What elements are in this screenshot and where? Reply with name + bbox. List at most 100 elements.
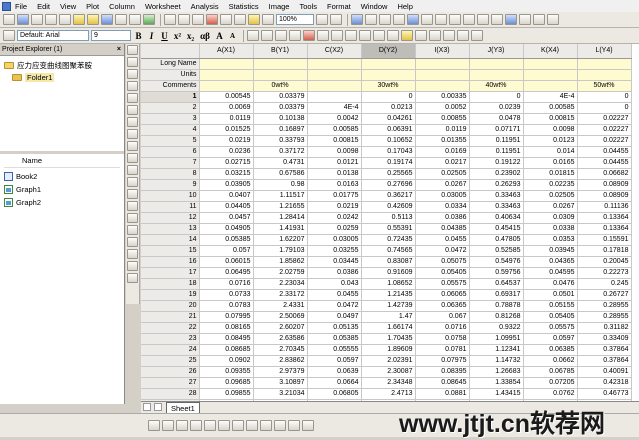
tree-sub-folder[interactable]: Folder1 <box>4 71 120 83</box>
data-cell[interactable]: 0.0662 <box>523 355 578 367</box>
col-header[interactable]: A(X1) <box>199 44 254 59</box>
data-cell[interactable]: 0.05575 <box>523 322 578 334</box>
decrease-font-button[interactable]: A <box>227 32 238 40</box>
data-cell[interactable]: 0.04595 <box>523 267 578 279</box>
data-cell[interactable]: 0.4731 <box>253 157 308 169</box>
data-cell[interactable]: 0.0267 <box>523 201 578 213</box>
data-cell[interactable]: 0.01775 <box>307 190 362 202</box>
data-cell[interactable]: 0.26727 <box>577 289 632 301</box>
meta-cell[interactable]: 40wt% <box>469 80 524 92</box>
data-cell[interactable]: 0.0597 <box>307 355 362 367</box>
data-cell[interactable]: 0.54976 <box>469 256 524 268</box>
data-cell[interactable]: 0.11951 <box>469 146 524 158</box>
data-cell[interactable]: 0.05135 <box>307 322 362 334</box>
data-cell[interactable]: 0.06682 <box>577 168 632 180</box>
data-cell[interactable]: 0.20045 <box>577 256 632 268</box>
row-number[interactable]: 12 <box>141 212 200 224</box>
plot-bar-icon[interactable] <box>204 420 216 431</box>
data-cell[interactable]: 0.0236 <box>199 146 254 158</box>
smooth-icon[interactable] <box>463 14 475 25</box>
data-cell[interactable]: 0.13364 <box>577 223 632 235</box>
data-cell[interactable]: 1.08652 <box>361 278 416 290</box>
arrow-style-icon[interactable] <box>429 30 441 41</box>
line-style-icon[interactable] <box>373 30 385 41</box>
data-cell[interactable]: 0.0239 <box>469 102 524 114</box>
row-number[interactable]: 1 <box>141 91 200 103</box>
data-cell[interactable]: 0.67586 <box>253 168 308 180</box>
data-cell[interactable]: 0.0098 <box>523 124 578 136</box>
subscript-button[interactable]: x₂ <box>185 31 196 41</box>
meta-cell[interactable] <box>469 58 524 70</box>
row-number[interactable]: 18 <box>141 278 200 290</box>
data-cell[interactable]: 0.0386 <box>415 212 470 224</box>
data-cell[interactable]: 1.28414 <box>253 212 308 224</box>
data-cell[interactable]: 0.98 <box>253 179 308 191</box>
line-tool-icon[interactable] <box>127 165 138 175</box>
row-number[interactable]: 20 <box>141 300 200 312</box>
rectangle-tool-icon[interactable] <box>127 177 138 187</box>
data-cell[interactable]: 0.55391 <box>361 223 416 235</box>
data-cell[interactable]: 0.59756 <box>469 267 524 279</box>
line-color-icon[interactable] <box>317 30 329 41</box>
polygon-tool-icon[interactable] <box>127 201 138 211</box>
increase-font-button[interactable]: A <box>214 31 225 41</box>
data-cell[interactable]: 0.03379 <box>253 91 308 103</box>
data-cell[interactable]: 0.0478 <box>469 113 524 125</box>
data-cell[interactable]: 0.03215 <box>199 168 254 180</box>
data-cell[interactable]: 0.0455 <box>307 289 362 301</box>
list-header-name[interactable]: Name <box>4 156 120 168</box>
tree-root-folder[interactable]: 应力应变曲线图聚苯胺 <box>4 59 120 71</box>
row-number[interactable]: 24 <box>141 344 200 356</box>
data-cell[interactable]: 0.10652 <box>361 135 416 147</box>
underline-button[interactable]: U <box>159 31 170 41</box>
data-cell[interactable]: 4E-4 <box>307 102 362 114</box>
meta-cell[interactable] <box>253 58 308 70</box>
data-cell[interactable]: 2.23034 <box>253 278 308 290</box>
set-values-icon[interactable] <box>407 14 419 25</box>
col-header[interactable]: C(X2) <box>307 44 362 59</box>
data-cell[interactable]: 0.5113 <box>361 212 416 224</box>
data-cell[interactable]: 0.0259 <box>307 223 362 235</box>
col-header-selected[interactable]: D(Y2) <box>361 44 416 59</box>
data-cell[interactable]: 0.00335 <box>415 91 470 103</box>
data-cell[interactable]: 0.42318 <box>577 377 632 389</box>
data-cell[interactable]: 0.0119 <box>415 124 470 136</box>
row-number[interactable]: 3 <box>141 113 200 125</box>
data-cell[interactable]: 0.47805 <box>469 234 524 246</box>
data-cell[interactable]: 0.0309 <box>523 212 578 224</box>
data-cell[interactable]: 0.0716 <box>199 278 254 290</box>
data-cell[interactable]: 0.03005 <box>307 234 362 246</box>
data-cell[interactable]: 0.0457 <box>199 212 254 224</box>
script-window-icon[interactable] <box>234 14 246 25</box>
data-cell[interactable]: 0.16897 <box>253 124 308 136</box>
region-tool-icon[interactable] <box>127 213 138 223</box>
data-cell[interactable]: 0.0762 <box>523 388 578 400</box>
data-cell[interactable]: 0.42609 <box>361 201 416 213</box>
data-cell[interactable]: 0.0123 <box>523 135 578 147</box>
menu-tools[interactable]: Tools <box>299 2 317 11</box>
row-number[interactable]: 5 <box>141 135 200 147</box>
meta-cell[interactable] <box>469 69 524 81</box>
data-cell[interactable]: 1.21655 <box>253 201 308 213</box>
data-cell[interactable]: 0.00855 <box>415 113 470 125</box>
data-cell[interactable]: 0.0733 <box>199 289 254 301</box>
data-cell[interactable]: 0.06785 <box>523 366 578 378</box>
data-cell[interactable]: 0.03379 <box>253 102 308 114</box>
data-cell[interactable]: 0.05405 <box>415 267 470 279</box>
symbol-color-icon[interactable] <box>401 30 413 41</box>
data-cell[interactable]: 0.04455 <box>577 157 632 169</box>
row-number[interactable]: 17 <box>141 267 200 279</box>
data-cell[interactable]: 0.06495 <box>199 267 254 279</box>
data-cell[interactable]: 0.06015 <box>199 256 254 268</box>
data-cell[interactable]: 1.43415 <box>469 388 524 400</box>
data-cell[interactable]: 1.70435 <box>361 333 416 345</box>
data-cell[interactable]: 0.09855 <box>199 388 254 400</box>
menu-statistics[interactable]: Statistics <box>229 2 259 11</box>
data-cell[interactable]: 0.0042 <box>307 113 362 125</box>
tab-next-icon[interactable] <box>154 403 162 411</box>
meta-cell[interactable] <box>361 69 416 81</box>
data-cell[interactable]: 0.52585 <box>469 245 524 257</box>
zoom-in-icon[interactable] <box>316 14 328 25</box>
data-cell[interactable]: 0.06065 <box>415 289 470 301</box>
data-cell[interactable]: 1.12341 <box>469 344 524 356</box>
